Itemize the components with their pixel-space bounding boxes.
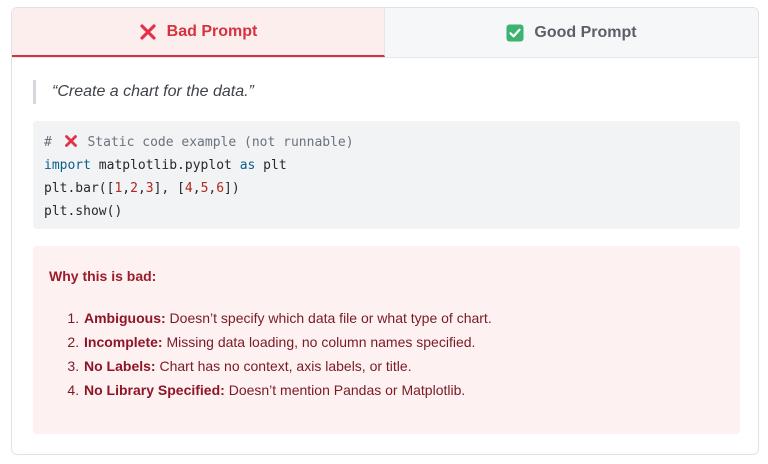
list-item: No Labels: Chart has no context, axis la… xyxy=(83,354,724,378)
code-line-show: plt.show() xyxy=(44,204,123,219)
list-item-label: No Library Specified: xyxy=(84,382,225,398)
why-bad-list: Ambiguous: Doesn’t specify which data fi… xyxy=(49,306,724,402)
list-item-text: Doesn’t mention Pandas or Matplotlib. xyxy=(224,382,466,398)
list-item-label: Incomplete: xyxy=(84,334,163,350)
keyword-as: as xyxy=(239,158,256,173)
code-number: 4 xyxy=(184,181,193,196)
green-check-icon xyxy=(506,24,524,42)
tab-bar: Bad Prompt Good Prompt xyxy=(12,8,758,58)
comment-prefix: # xyxy=(44,135,60,150)
list-item: No Library Specified: Doesn’t mention Pa… xyxy=(83,378,724,402)
code-number: 6 xyxy=(216,181,225,196)
code-line-import: import matplotlib.pyplot as plt xyxy=(44,154,729,177)
list-item-text: Missing data loading, no column names sp… xyxy=(162,334,476,350)
module-alias: plt xyxy=(255,158,287,173)
tab-good-prompt[interactable]: Good Prompt xyxy=(385,8,758,57)
why-bad-panel: Why this is bad: Ambiguous: Doesn’t spec… xyxy=(33,246,740,434)
code-block: # Static code example (not runnable) imp… xyxy=(33,121,740,229)
list-item-text: Chart has no context, axis labels, or ti… xyxy=(155,358,412,374)
keyword-import: import xyxy=(44,158,91,173)
why-bad-title: Why this is bad: xyxy=(49,268,157,284)
prompt-comparison-card: Bad Prompt Good Prompt “Create a chart f… xyxy=(11,7,759,455)
code-number: 3 xyxy=(145,181,154,196)
module-name: matplotlib.pyplot xyxy=(90,158,240,173)
list-item: Ambiguous: Doesn’t specify which data fi… xyxy=(83,306,724,330)
list-item-text: Doesn’t specify which data file or what … xyxy=(165,310,492,326)
tab-bad-prompt-label: Bad Prompt xyxy=(166,22,258,40)
code-number: 2 xyxy=(130,181,138,196)
tab-good-prompt-label: Good Prompt xyxy=(534,23,637,41)
code-text: ], [ xyxy=(153,181,185,196)
code-line-comment: # Static code example (not runnable) xyxy=(44,131,729,154)
prompt-quote: “Create a chart for the data.” xyxy=(33,80,733,104)
list-item: Incomplete: Missing data loading, no col… xyxy=(83,330,724,354)
code-text: ]) xyxy=(224,181,240,196)
list-item-label: Ambiguous: xyxy=(84,310,166,326)
tab-bad-prompt[interactable]: Bad Prompt xyxy=(12,8,385,57)
code-text: , xyxy=(137,181,146,196)
code-text: , xyxy=(192,181,201,196)
red-x-icon xyxy=(139,23,157,41)
list-item-label: No Labels: xyxy=(84,358,156,374)
code-text: , xyxy=(122,181,131,196)
code-text: plt.bar([ xyxy=(44,181,115,196)
comment-text: Static code example (not runnable) xyxy=(79,135,354,150)
red-x-icon xyxy=(64,133,78,156)
code-line-bar: plt.bar([1,2,3], [4,5,6]) xyxy=(44,177,729,200)
